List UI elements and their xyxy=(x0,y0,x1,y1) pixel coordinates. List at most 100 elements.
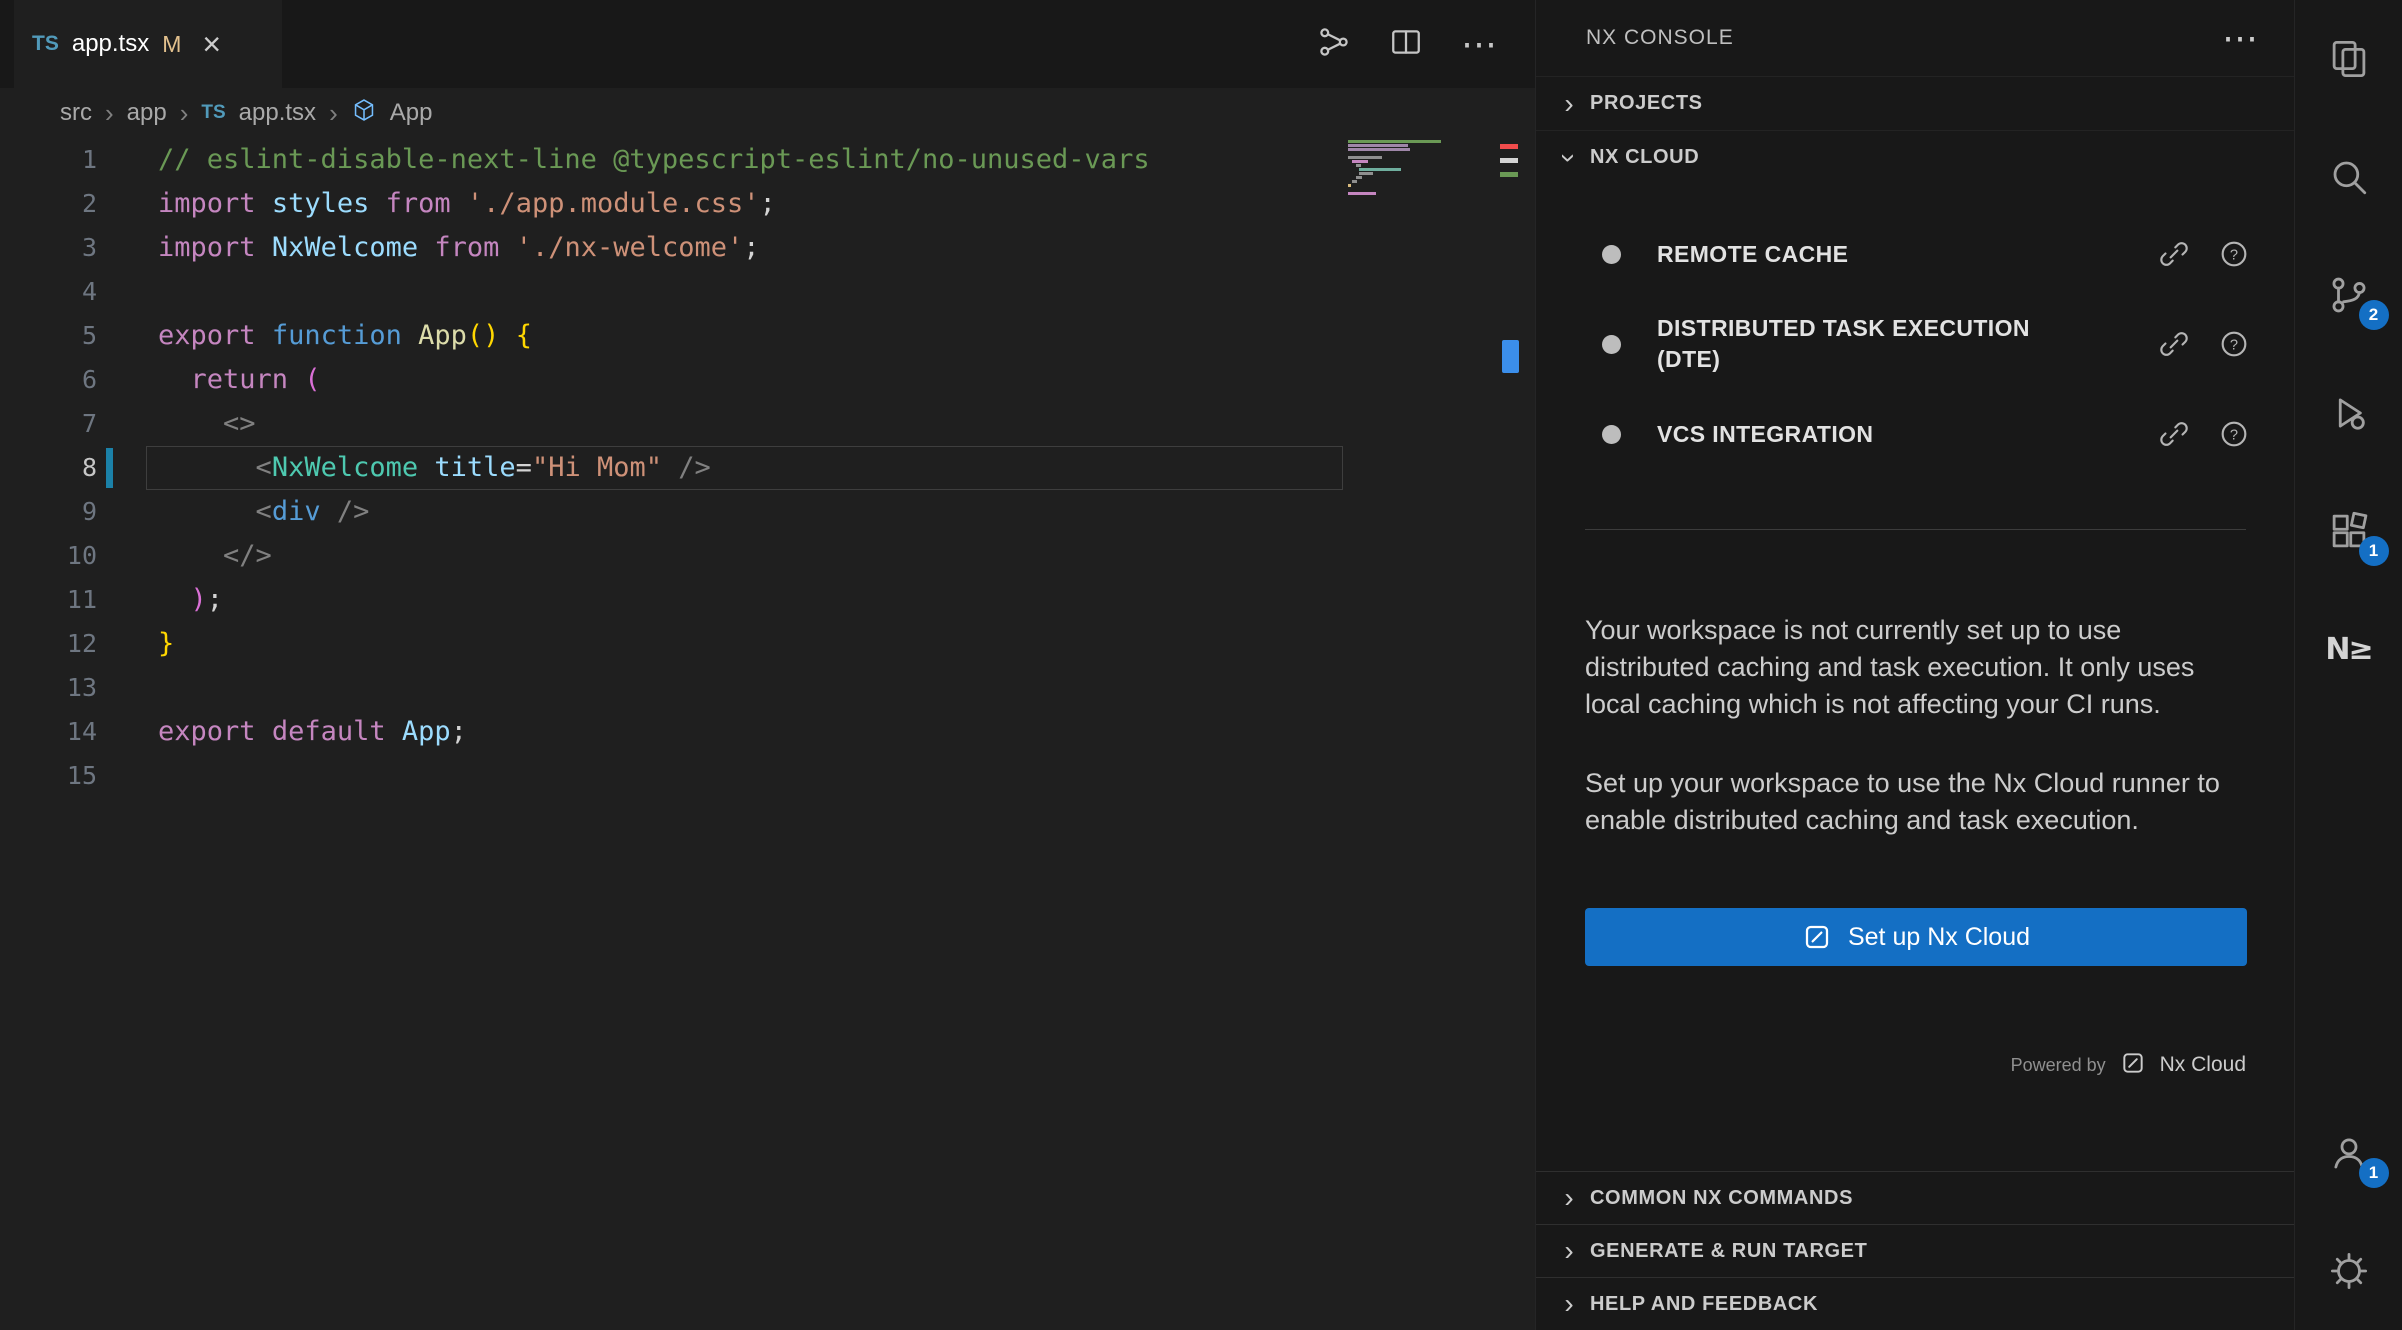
svg-text:?: ? xyxy=(2230,337,2238,353)
chevron-right-icon: › xyxy=(1558,1184,1580,1212)
help-icon[interactable]: ? xyxy=(2218,328,2250,360)
line-number: 6 xyxy=(0,358,97,402)
nx-console-icon[interactable]: N≥ xyxy=(2295,590,2402,708)
code-line[interactable]: 11 ); xyxy=(0,578,1535,622)
accounts-badge: 1 xyxy=(2359,1158,2389,1188)
collapsed-sections: › COMMON NX COMMANDS › GENERATE & RUN TA… xyxy=(1536,1171,2294,1330)
code-line[interactable]: 5export function App() { xyxy=(0,314,1535,358)
item-actions: ? xyxy=(2158,238,2250,270)
minimap-line xyxy=(1359,168,1401,171)
code-line[interactable]: 14export default App; xyxy=(0,710,1535,754)
connect-icon[interactable] xyxy=(2158,418,2190,450)
code-line[interactable]: 15 xyxy=(0,754,1535,798)
overview-ruler-mark xyxy=(1500,144,1518,149)
minimap-line xyxy=(1348,184,1351,187)
line-number: 15 xyxy=(0,754,97,798)
close-icon[interactable]: × xyxy=(202,28,221,60)
editor-actions: ⋯ xyxy=(1317,0,1497,88)
minimap-line xyxy=(1352,160,1368,163)
section-projects[interactable]: › PROJECTS xyxy=(1536,76,2294,130)
more-actions-icon[interactable]: ⋯ xyxy=(1461,26,1497,62)
source-control-badge: 2 xyxy=(2359,300,2389,330)
code-line[interactable]: 3import NxWelcome from './nx-welcome'; xyxy=(0,226,1535,270)
help-icon[interactable]: ? xyxy=(2218,238,2250,270)
minimap[interactable] xyxy=(1348,140,1452,206)
code-line[interactable]: 4 xyxy=(0,270,1535,314)
line-number: 14 xyxy=(0,710,97,754)
cloud-item-label: VCS INTEGRATION xyxy=(1657,419,2057,450)
settings-gear-icon[interactable] xyxy=(2295,1212,2402,1330)
setup-button-label: Set up Nx Cloud xyxy=(1848,923,2030,952)
section-common-nx-commands[interactable]: › COMMON NX COMMANDS xyxy=(1536,1171,2294,1224)
overview-ruler-marker xyxy=(1502,340,1519,373)
line-number: 2 xyxy=(0,182,97,226)
code-line[interactable]: 10 </> xyxy=(0,534,1535,578)
breadcrumb-src[interactable]: src xyxy=(60,99,92,127)
cloud-item-remote-cache[interactable]: REMOTE CACHE ? xyxy=(1536,209,2294,299)
setup-nx-cloud-button[interactable]: Set up Nx Cloud xyxy=(1585,908,2247,966)
typescript-icon: TS xyxy=(32,32,59,56)
minimap-line xyxy=(1348,192,1376,195)
breadcrumb-file[interactable]: app.tsx xyxy=(239,99,316,127)
line-number: 10 xyxy=(0,534,97,578)
source-control-icon[interactable]: 2 xyxy=(2295,236,2402,354)
chevron-right-icon: › xyxy=(329,98,338,129)
code-line[interactable]: 2import styles from './app.module.css'; xyxy=(0,182,1535,226)
help-icon[interactable]: ? xyxy=(2218,418,2250,450)
cloud-description: Your workspace is not currently set up t… xyxy=(1536,612,2294,839)
cloud-item-label: DISTRIBUTED TASK EXECUTION (DTE) xyxy=(1657,313,2057,375)
tab-app-tsx[interactable]: TS app.tsx M × xyxy=(14,0,282,88)
line-number: 12 xyxy=(0,622,97,666)
minimap-line xyxy=(1348,140,1441,143)
code-line[interactable]: 9 <div /> xyxy=(0,490,1535,534)
graph-icon[interactable] xyxy=(1317,25,1351,64)
paragraph: Set up your workspace to use the Nx Clou… xyxy=(1585,765,2246,839)
more-actions-icon[interactable]: ⋯ xyxy=(2222,20,2258,56)
nx-cloud-brand-label: Nx Cloud xyxy=(2160,1053,2246,1077)
code-line[interactable]: 6 return ( xyxy=(0,358,1535,402)
chevron-right-icon: › xyxy=(1558,1290,1580,1318)
cloud-item-dte[interactable]: DISTRIBUTED TASK EXECUTION (DTE) ? xyxy=(1536,299,2294,389)
chevron-right-icon: › xyxy=(1558,1237,1580,1265)
item-actions: ? xyxy=(2158,328,2250,360)
connect-icon[interactable] xyxy=(2158,328,2190,360)
split-editor-icon[interactable] xyxy=(1389,25,1423,64)
svg-text:?: ? xyxy=(2230,427,2238,443)
extensions-icon[interactable]: 1 xyxy=(2295,472,2402,590)
minimap-line xyxy=(1348,156,1382,159)
line-number: 1 xyxy=(0,138,97,182)
connect-icon[interactable] xyxy=(2158,238,2190,270)
code-line[interactable]: 12} xyxy=(0,622,1535,666)
line-number: 3 xyxy=(0,226,97,270)
svg-text:?: ? xyxy=(2230,247,2238,263)
code-editor[interactable]: 1// eslint-disable-next-line @typescript… xyxy=(0,138,1535,798)
line-number: 11 xyxy=(0,578,97,622)
panel-header: NX CONSOLE ⋯ xyxy=(1536,0,2294,76)
code-line[interactable]: 8 <NxWelcome title="Hi Mom" /> xyxy=(0,446,1535,490)
line-number: 4 xyxy=(0,270,97,314)
cloud-item-vcs-integration[interactable]: VCS INTEGRATION ? xyxy=(1536,389,2294,479)
explorer-icon[interactable] xyxy=(2295,0,2402,118)
breadcrumb: src › app › TS app.tsx › App xyxy=(0,88,1535,138)
minimap-line xyxy=(1356,176,1362,179)
activity-bar: 2 1 N≥ 1 xyxy=(2294,0,2402,1330)
run-debug-icon[interactable] xyxy=(2295,354,2402,472)
nx-cloud-logo-icon xyxy=(2120,1050,2146,1081)
section-label: PROJECTS xyxy=(1590,92,1703,115)
overview-ruler-mark xyxy=(1500,172,1518,177)
section-help-and-feedback[interactable]: › HELP AND FEEDBACK xyxy=(1536,1277,2294,1330)
section-generate-run-target[interactable]: › GENERATE & RUN TARGET xyxy=(1536,1224,2294,1277)
breadcrumb-symbol[interactable]: App xyxy=(390,99,433,127)
code-line[interactable]: 13 xyxy=(0,666,1535,710)
minimap-line xyxy=(1348,144,1408,147)
accounts-icon[interactable]: 1 xyxy=(2295,1094,2402,1212)
divider xyxy=(1585,529,2246,530)
section-nx-cloud[interactable]: › NX CLOUD xyxy=(1536,130,2294,184)
section-label: NX CLOUD xyxy=(1590,146,1699,169)
search-icon[interactable] xyxy=(2295,118,2402,236)
code-line[interactable]: 1// eslint-disable-next-line @typescript… xyxy=(0,138,1535,182)
minimap-line xyxy=(1348,148,1410,151)
minimap-line xyxy=(1356,164,1361,167)
code-line[interactable]: 7 <> xyxy=(0,402,1535,446)
breadcrumb-app[interactable]: app xyxy=(127,99,167,127)
